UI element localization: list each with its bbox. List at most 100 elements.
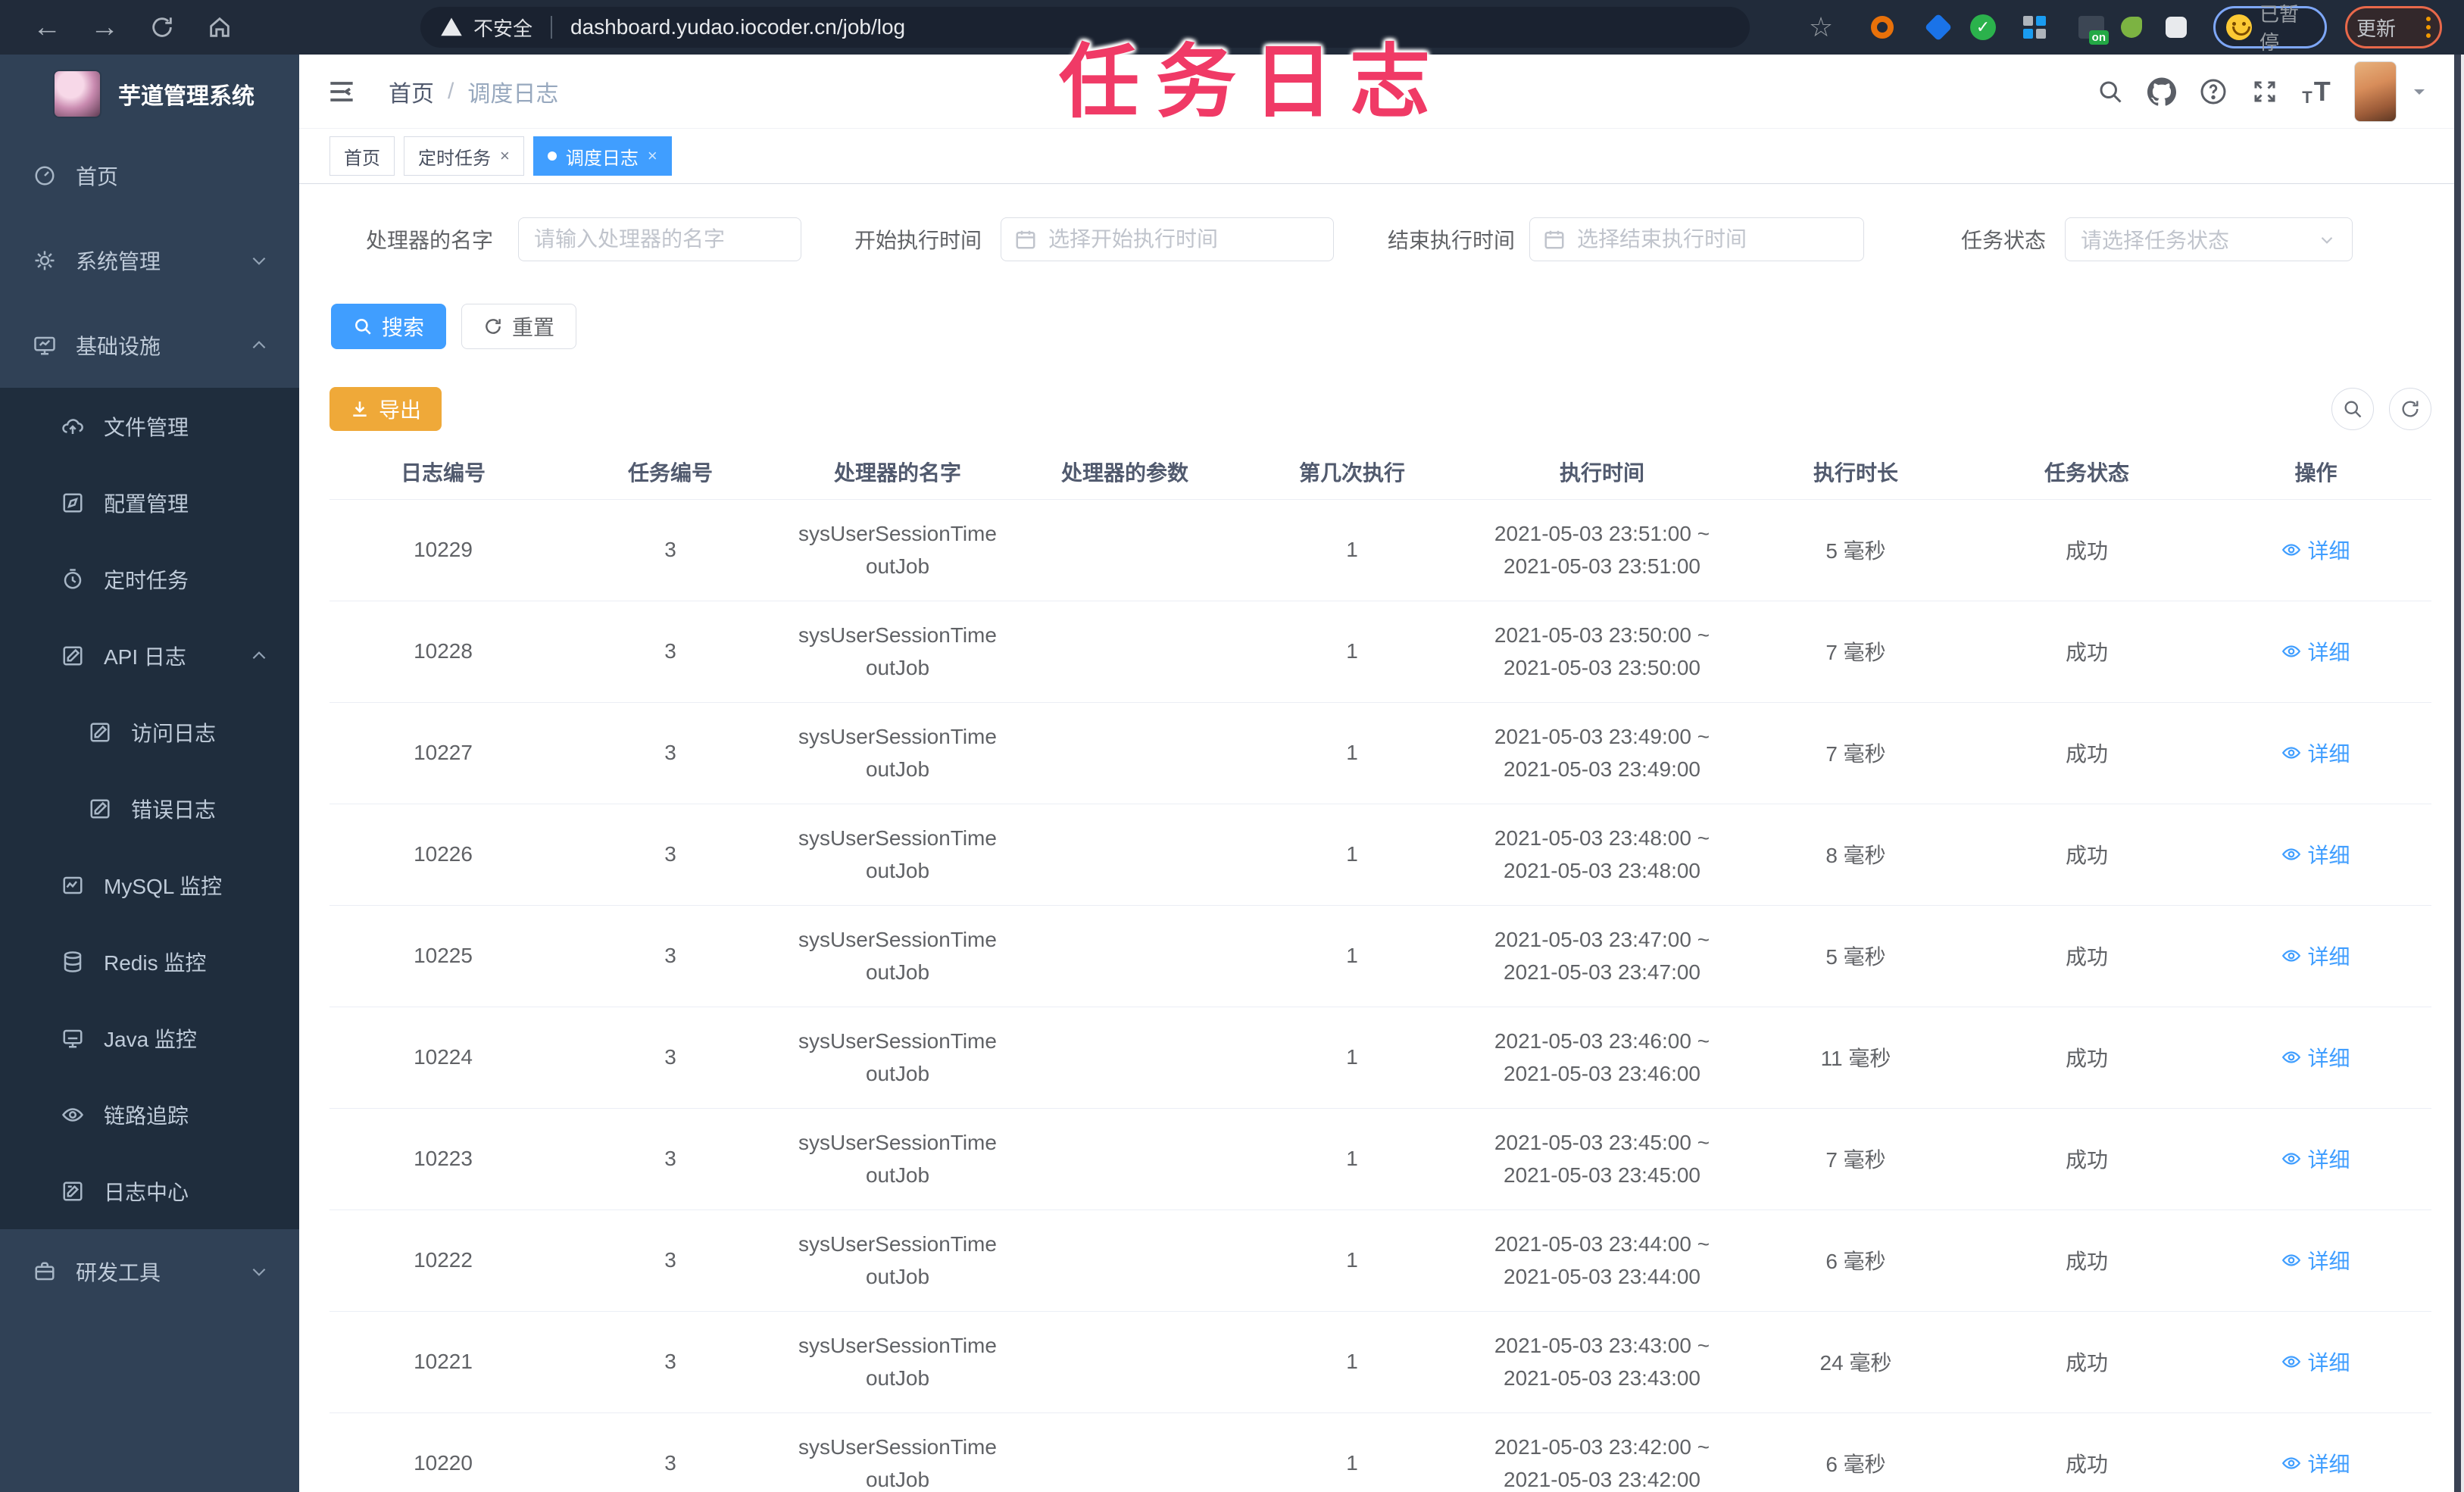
browser-back-icon[interactable]: ←: [18, 0, 76, 55]
address-bar[interactable]: 不安全 dashboard.yudao.iocoder.cn/job/log: [420, 7, 1750, 48]
extension-gem-icon[interactable]: [1923, 12, 1953, 42]
tab-home[interactable]: 首页: [329, 136, 395, 176]
font-size-icon[interactable]: TT: [2291, 65, 2342, 118]
sidebar-item-java-monitor[interactable]: Java 监控: [0, 1000, 299, 1076]
show-search-button[interactable]: [2331, 388, 2374, 430]
sidebar-item-trace[interactable]: 链路追踪: [0, 1076, 299, 1153]
close-icon[interactable]: ×: [500, 148, 510, 164]
extension-grid-icon[interactable]: [2019, 12, 2050, 42]
hamburger-icon[interactable]: [325, 75, 358, 108]
extension-on-badge-icon[interactable]: on: [2076, 12, 2109, 45]
tab-scheduled-tasks[interactable]: 定时任务 ×: [404, 136, 524, 176]
browser-forward-icon[interactable]: →: [76, 0, 133, 55]
breadcrumb-home[interactable]: 首页: [389, 75, 434, 108]
sidebar-item-home[interactable]: 首页: [0, 133, 299, 218]
cell-task-id: 3: [557, 1412, 784, 1492]
extension-puzzle-icon[interactable]: [2161, 12, 2191, 42]
sidebar-item-label: 访问日志: [131, 721, 217, 745]
eye-icon: [2282, 1051, 2301, 1063]
sidebar-item-mysql-monitor[interactable]: MySQL 监控: [0, 847, 299, 923]
detail-link[interactable]: 详细: [2281, 1448, 2350, 1478]
log-table: 日志编号 任务编号 处理器的名字 处理器的参数 第几次执行 执行时间 执行时长 …: [329, 445, 2431, 1492]
detail-link[interactable]: 详细: [2281, 535, 2350, 565]
exec-time-end: 2021-05-03 23:44:00: [1504, 1265, 1700, 1288]
end-time-input[interactable]: [1529, 217, 1864, 261]
refresh-icon: [486, 319, 501, 334]
export-button[interactable]: 导出: [329, 387, 442, 431]
sidebar-item-redis-monitor[interactable]: Redis 监控: [0, 923, 299, 1000]
url-text: dashboard.yudao.iocoder.cn/job/log: [570, 15, 906, 39]
cell-handler-param: [1011, 1412, 1238, 1492]
bookmark-star-icon[interactable]: ☆: [1806, 11, 1836, 42]
extension-orange-icon[interactable]: [1867, 12, 1897, 42]
sidebar-item-dev-tools[interactable]: 研发工具: [0, 1229, 299, 1314]
sidebar-item-config-management[interactable]: 配置管理: [0, 464, 299, 541]
paused-label: 已暂停: [2259, 3, 2300, 54]
detail-link[interactable]: 详细: [2281, 636, 2350, 666]
detail-link[interactable]: 详细: [2281, 1245, 2350, 1275]
cell-actions: 详细: [2200, 1108, 2431, 1210]
detail-link[interactable]: 详细: [2281, 839, 2350, 869]
sidebar-item-system[interactable]: 系统管理: [0, 218, 299, 303]
start-time-picker[interactable]: [1001, 217, 1334, 261]
browser-reload-icon[interactable]: [133, 0, 191, 55]
exec-time-start: 2021-05-03 23:51:00 ~: [1494, 521, 1710, 545]
detail-link[interactable]: 详细: [2281, 1042, 2350, 1072]
scrollbar-thumb[interactable]: [2454, 55, 2461, 1492]
extension-leaf-icon[interactable]: [2116, 12, 2147, 42]
detail-link[interactable]: 详细: [2281, 738, 2350, 768]
active-dot: [547, 151, 557, 161]
close-icon[interactable]: ×: [648, 148, 657, 164]
chevron-up-icon: [249, 336, 269, 355]
cell-duration: 7 毫秒: [1738, 1108, 1973, 1210]
browser-menu-icon[interactable]: [2426, 17, 2431, 38]
handler-name: sysUserSessionTimeoutJob: [798, 826, 997, 882]
col-status: 任务状态: [1973, 445, 2200, 500]
extension-green-icon[interactable]: ✓: [1968, 12, 1998, 42]
search-button[interactable]: 搜索: [331, 304, 447, 349]
sidebar-item-file-management[interactable]: 文件管理: [0, 388, 299, 464]
cell-exec-time: 2021-05-03 23:48:00 ~ 2021-05-03 23:48:0…: [1466, 804, 1738, 906]
exec-time-end: 2021-05-03 23:43:00: [1504, 1366, 1700, 1390]
browser-update-button[interactable]: 更新: [2345, 6, 2442, 48]
task-status-select[interactable]: 请选择任务状态: [2065, 217, 2353, 261]
sidebar-item-log-center[interactable]: 日志中心: [0, 1153, 299, 1229]
handler-name-input[interactable]: [518, 217, 801, 261]
end-time-picker[interactable]: [1529, 217, 1864, 261]
eye-icon: [2282, 848, 2301, 860]
app-logo-row[interactable]: 芋道管理系统: [0, 55, 299, 133]
browser-home-icon[interactable]: [191, 0, 248, 55]
search-icon[interactable]: [2085, 65, 2136, 118]
cell-handler-param: [1011, 804, 1238, 906]
exec-time-end: 2021-05-03 23:47:00: [1504, 960, 1700, 984]
fullscreen-icon[interactable]: [2239, 65, 2291, 118]
sidebar-item-scheduled-tasks[interactable]: 定时任务: [0, 541, 299, 617]
reset-button[interactable]: 重置: [461, 304, 577, 349]
eye-icon: [2282, 747, 2301, 759]
start-time-input[interactable]: [1001, 217, 1334, 261]
user-avatar[interactable]: [2354, 61, 2397, 122]
cell-handler-param: [1011, 1210, 1238, 1312]
cell-handler-param: [1011, 702, 1238, 804]
sidebar-item-infrastructure[interactable]: 基础设施: [0, 303, 299, 388]
detail-link[interactable]: 详细: [2281, 1144, 2350, 1174]
github-icon[interactable]: [2136, 65, 2188, 118]
caret-down-icon[interactable]: [2410, 83, 2428, 101]
cell-handler-name: sysUserSessionTimeoutJob: [784, 702, 1011, 804]
cell-log-id: 10229: [329, 499, 557, 601]
detail-link[interactable]: 详细: [2281, 1347, 2350, 1377]
cell-actions: 详细: [2200, 702, 2431, 804]
redis-icon: [61, 950, 84, 973]
profile-paused-pill[interactable]: 已暂停: [2213, 3, 2327, 54]
help-icon[interactable]: [2188, 65, 2239, 118]
cell-log-id: 10222: [329, 1210, 557, 1312]
sidebar-item-access-log[interactable]: 访问日志: [0, 694, 299, 770]
refresh-table-button[interactable]: [2389, 388, 2431, 430]
table-row: 10227 3 sysUserSessionTimeoutJob 1 2021-…: [329, 702, 2431, 804]
sidebar-item-api-log[interactable]: API 日志: [0, 617, 299, 694]
tab-schedule-log[interactable]: 调度日志 ×: [532, 136, 672, 176]
sidebar-item-error-log[interactable]: 错误日志: [0, 770, 299, 847]
detail-link[interactable]: 详细: [2281, 941, 2350, 971]
cell-exec-index: 1: [1238, 1210, 1466, 1312]
cell-log-id: 10227: [329, 702, 557, 804]
